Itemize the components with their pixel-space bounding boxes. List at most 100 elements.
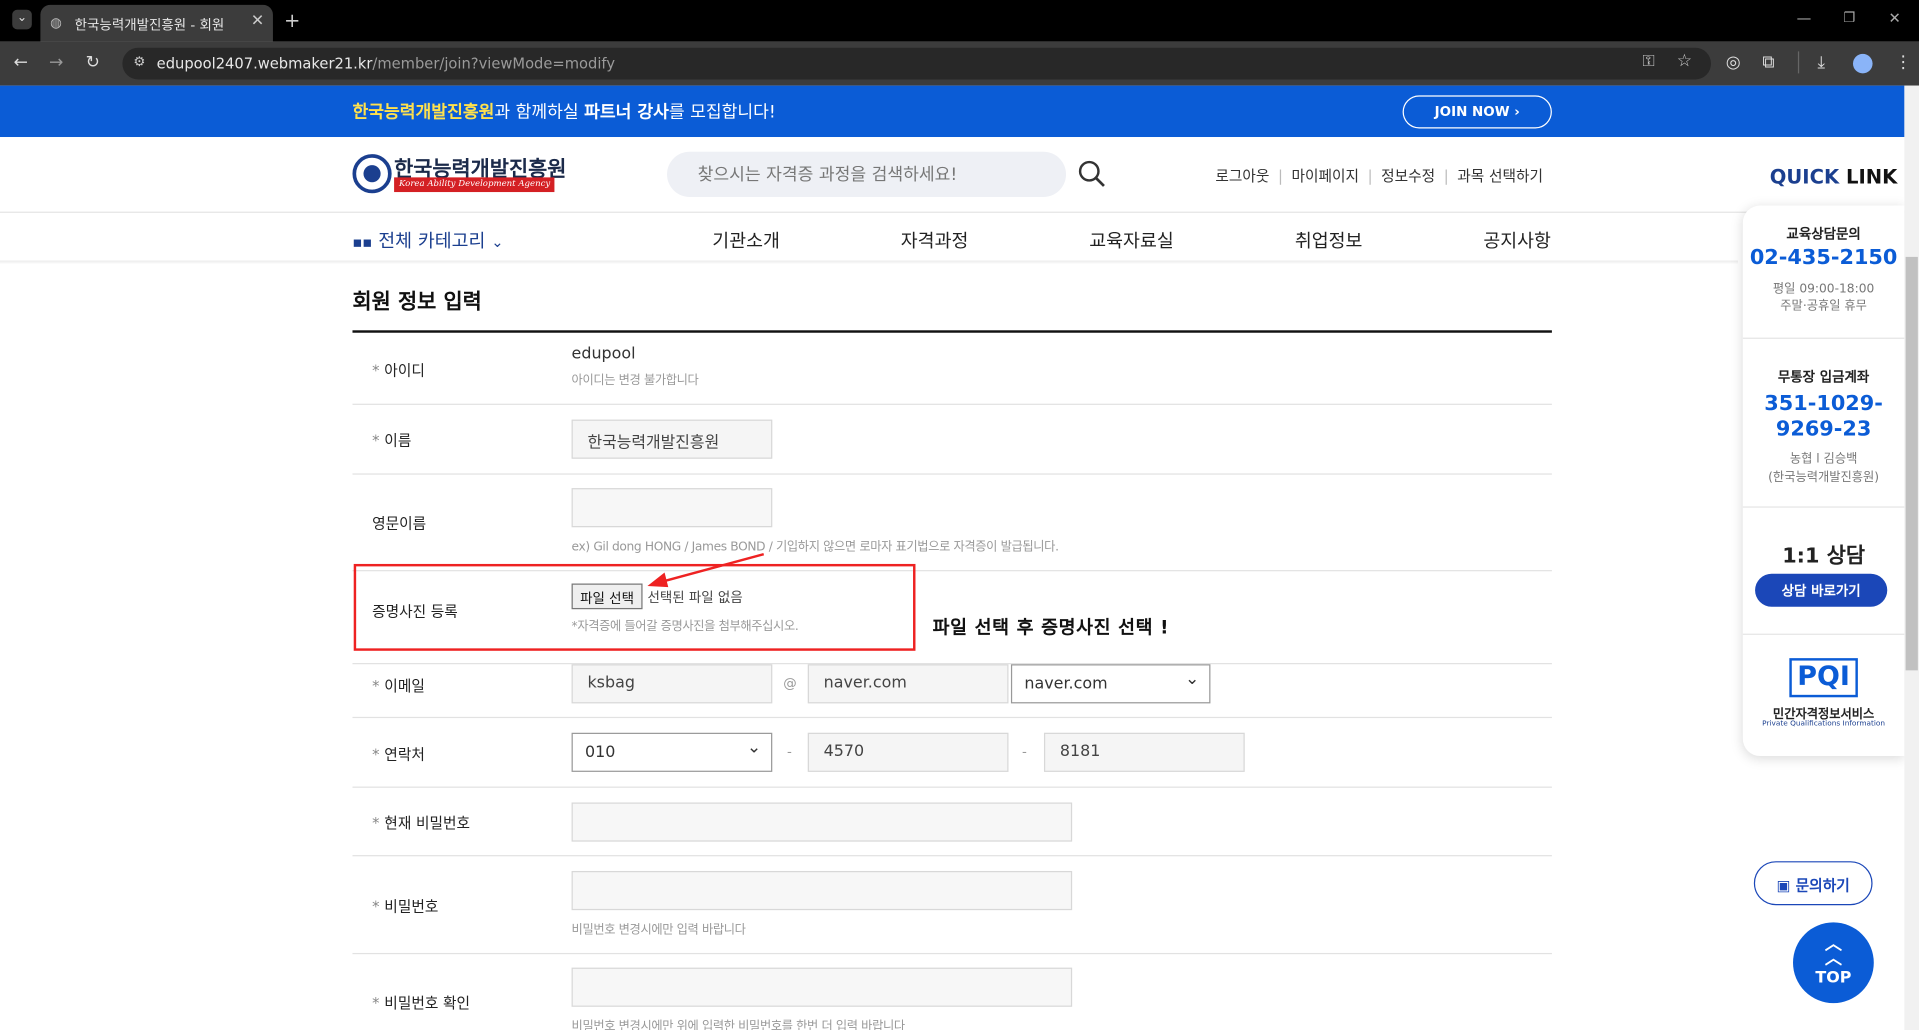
- tab-search-icon[interactable]: ⌄: [12, 9, 32, 30]
- chevron-down-icon: ⌄: [491, 233, 504, 251]
- email-domain-select-value: naver.com: [1024, 675, 1108, 694]
- annotation-text: 파일 선택 후 증명사진 선택 !: [932, 616, 1170, 639]
- name-label-text: 이름: [384, 431, 412, 449]
- chat-shortcut-button[interactable]: 상담 바로가기: [1755, 573, 1888, 607]
- bank-number-1: 351-1029-: [1764, 391, 1883, 416]
- inquiry-button[interactable]: ▣ 문의하기: [1753, 861, 1873, 906]
- bookmark-star-icon[interactable]: ☆: [1677, 51, 1692, 71]
- chat-bubble-icon: ▣: [1776, 877, 1791, 895]
- address-bar[interactable]: ⚙ edupool2407.webmaker21.kr/member/join?…: [122, 47, 1712, 80]
- id-help: 아이디는 변경 불가합니다: [571, 374, 699, 388]
- nav-shadow: [0, 260, 1738, 265]
- nav-item-notice[interactable]: 공지사항: [1483, 228, 1551, 254]
- english-name-label: 영문이름: [372, 515, 427, 533]
- tab-close-icon[interactable]: ✕: [251, 12, 264, 30]
- new-tab-icon[interactable]: +: [284, 9, 300, 32]
- email-label-text: 이메일: [384, 677, 425, 695]
- form-title: 회원 정보 입력: [352, 289, 482, 315]
- banner-text-2: 를 모집합니다!: [668, 102, 776, 123]
- phone-prefix-select[interactable]: 010: [571, 732, 773, 772]
- tab-title: 한국능력개발진흥원 - 회원: [74, 17, 225, 34]
- row-divider: [352, 473, 1552, 475]
- all-category-label: 전체 카테고리: [378, 229, 486, 252]
- nav-item-jobs[interactable]: 취업정보: [1295, 228, 1363, 254]
- panel-divider: [1742, 506, 1905, 508]
- name-input[interactable]: 한국능력개발진흥원: [571, 419, 773, 459]
- pqi-logo[interactable]: PQI: [1789, 658, 1858, 698]
- annotation-highlight-box: [353, 563, 916, 651]
- extensions-puzzle-icon[interactable]: ⧉: [1762, 53, 1774, 73]
- email-domain-input[interactable]: naver.com: [807, 664, 1009, 704]
- phone-dash: -: [1021, 743, 1027, 760]
- chat-title: 1:1 상담: [1782, 544, 1866, 569]
- banner-text-1: 과 함께하실: [494, 102, 585, 123]
- back-icon[interactable]: ←: [13, 53, 27, 73]
- select-subject-link[interactable]: 과목 선택하기: [1457, 168, 1543, 185]
- browser-menu-icon[interactable]: ⋮: [1895, 53, 1912, 73]
- minimize-icon[interactable]: —: [1797, 10, 1812, 27]
- chevron-right-icon: ›: [1514, 103, 1520, 120]
- phone-prefix-value: 010: [585, 743, 616, 763]
- quick-link-2: LINK: [1845, 165, 1898, 189]
- grid-icon: ▪▪: [352, 233, 373, 251]
- phone-middle-input[interactable]: 4570: [807, 732, 1009, 772]
- forward-icon[interactable]: →: [49, 53, 63, 73]
- phone-label-text: 연락처: [384, 746, 425, 764]
- english-name-input[interactable]: [571, 488, 773, 528]
- site-info-icon[interactable]: ⚙: [133, 54, 145, 70]
- all-category-menu[interactable]: ▪▪ 전체 카테고리 ⌄: [352, 228, 503, 254]
- row-divider: [352, 403, 1552, 405]
- mypage-link[interactable]: 마이페이지: [1291, 168, 1359, 185]
- password-confirm-input[interactable]: [571, 967, 1073, 1007]
- inquiry-label: 문의하기: [1795, 877, 1850, 895]
- row-divider: [352, 952, 1552, 955]
- nav-item-courses[interactable]: 자격과정: [901, 228, 969, 254]
- email-domain-select[interactable]: naver.com: [1010, 664, 1211, 704]
- nav-item-about[interactable]: 기관소개: [712, 228, 780, 254]
- email-label: * 이메일: [372, 675, 425, 696]
- row-divider: [352, 786, 1552, 788]
- panel-divider: [1742, 337, 1905, 339]
- consult-phone[interactable]: 02-435-2150: [1743, 246, 1905, 270]
- required-mark: *: [372, 746, 380, 764]
- password-confirm-label-text: 비밀번호 확인: [384, 994, 471, 1012]
- bank-number-2: 9269-23: [1775, 417, 1872, 442]
- join-now-label: JOIN NOW: [1434, 103, 1510, 120]
- double-chevron-up-icon: ︿ ︿: [1824, 934, 1842, 969]
- logo-emblem-icon[interactable]: [352, 154, 392, 194]
- current-password-input[interactable]: [571, 802, 1073, 842]
- url-host: edupool2407.webmaker21.kr: [156, 55, 373, 73]
- url-path: /member/join?viewMode=modify: [372, 55, 616, 73]
- scrollbar-thumb[interactable]: [1905, 256, 1918, 671]
- edit-info-link[interactable]: 정보수정: [1381, 168, 1435, 185]
- password-input[interactable]: [571, 870, 1073, 911]
- current-password-label: * 현재 비밀번호: [372, 812, 470, 833]
- phone-last-input[interactable]: 8181: [1043, 732, 1245, 772]
- password-label-text: 비밀번호: [384, 897, 439, 916]
- logout-link[interactable]: 로그아웃: [1215, 168, 1269, 185]
- required-mark: *: [372, 994, 380, 1012]
- id-label-text: 아이디: [384, 362, 425, 380]
- restore-icon[interactable]: ❐: [1843, 10, 1855, 26]
- nav-item-resources[interactable]: 교육자료실: [1089, 228, 1173, 254]
- required-mark: *: [372, 814, 380, 832]
- search-icon[interactable]: [1077, 159, 1106, 188]
- password-label: * 비밀번호: [372, 895, 438, 916]
- join-now-button[interactable]: JOIN NOW ›: [1402, 95, 1552, 129]
- form-top-divider: [352, 330, 1552, 333]
- bank-owner-2: (한국능력개발진흥원): [1768, 470, 1880, 485]
- extension-compass-icon[interactable]: ◎: [1726, 53, 1741, 73]
- reload-icon[interactable]: ↻: [86, 53, 100, 73]
- browser-tab[interactable]: ◍ 한국능력개발진흥원 - 회원 ✕: [40, 4, 273, 42]
- download-icon[interactable]: ⤓: [1817, 53, 1825, 73]
- top-label: TOP: [1815, 968, 1852, 988]
- profile-avatar-icon[interactable]: [1852, 53, 1873, 74]
- id-label: * 아이디: [372, 360, 425, 381]
- search-input[interactable]: [667, 151, 1067, 197]
- scroll-top-button[interactable]: ︿ ︿ TOP: [1793, 922, 1874, 1004]
- row-divider: [352, 855, 1552, 857]
- window-close-icon[interactable]: ✕: [1888, 10, 1900, 27]
- email-at-sign: @: [783, 675, 797, 692]
- key-icon[interactable]: ⚿: [1642, 53, 1654, 71]
- email-user-input[interactable]: ksbag: [571, 664, 773, 704]
